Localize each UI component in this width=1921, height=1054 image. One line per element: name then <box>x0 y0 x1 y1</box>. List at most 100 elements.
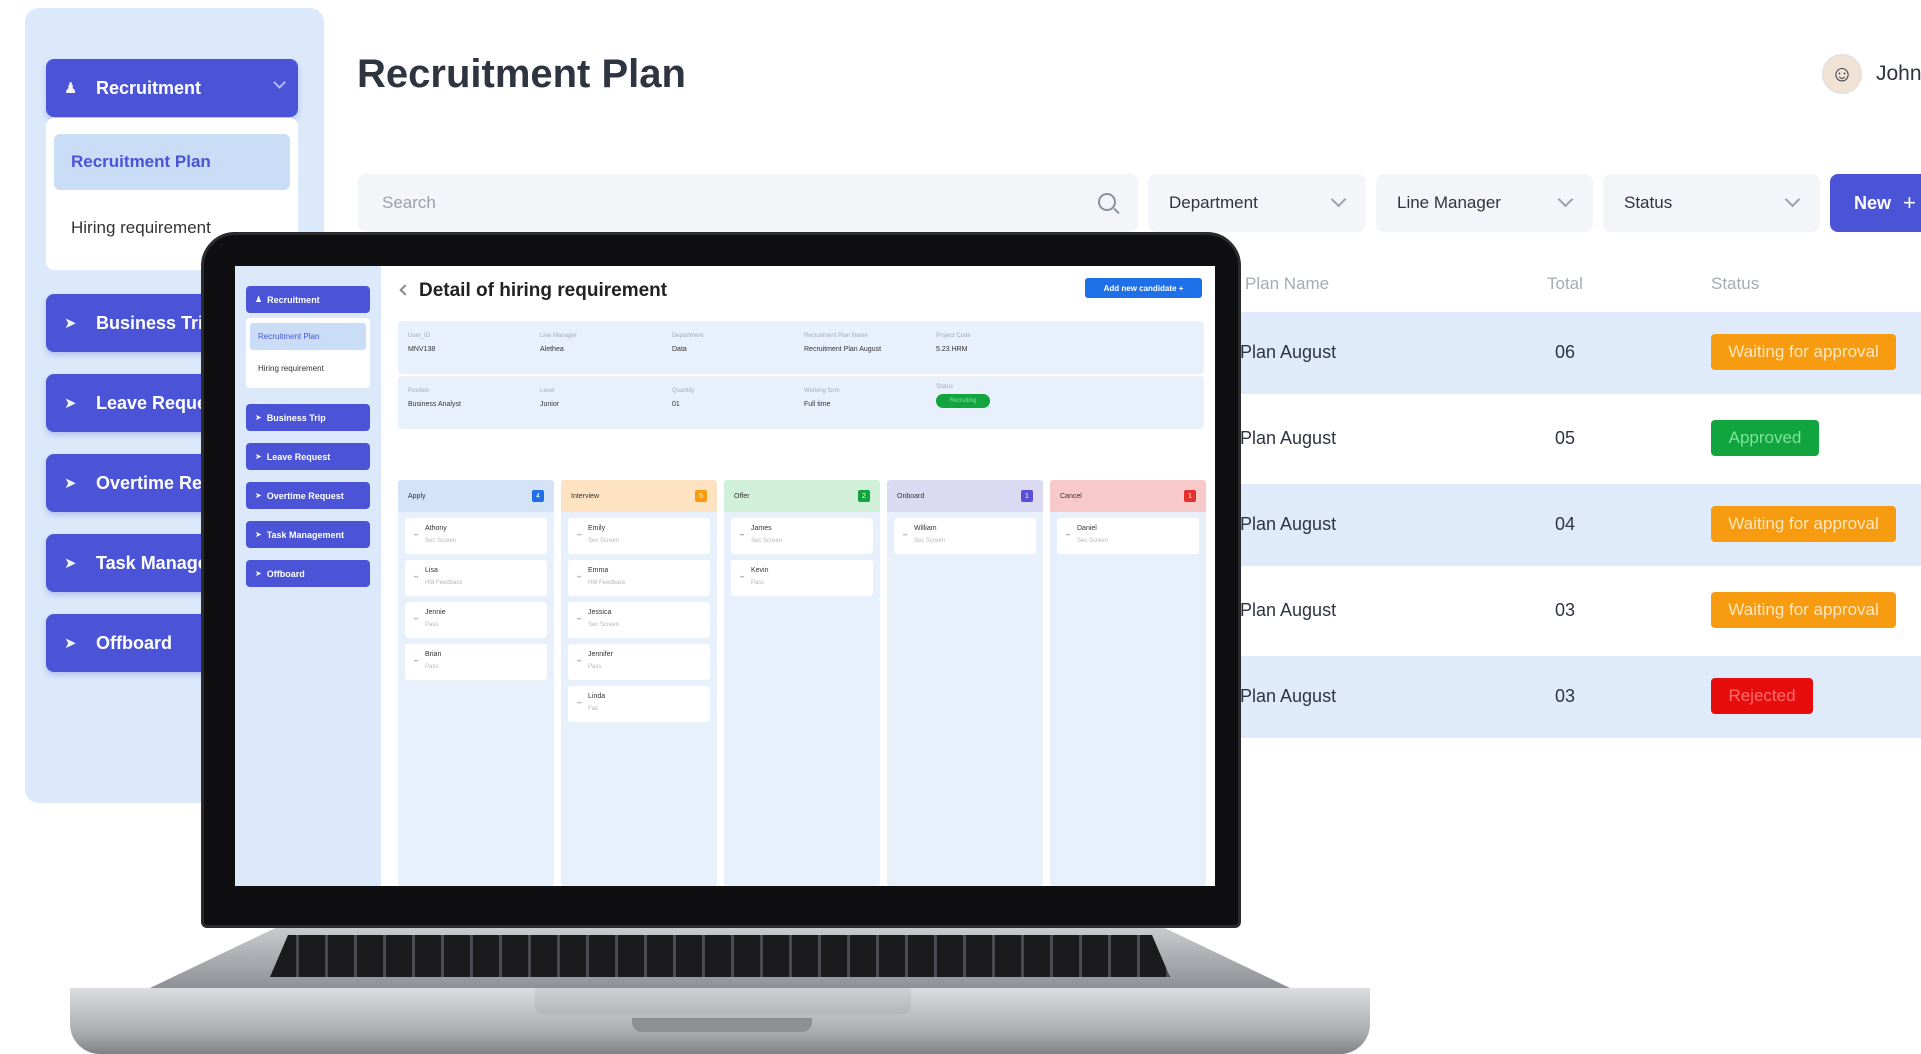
department-filter[interactable]: Department <box>1148 174 1366 232</box>
chevron-down-icon <box>1784 191 1801 208</box>
candidate-card[interactable]: •• Kevin Pass <box>731 560 873 596</box>
detail-sidebar: ♟ Recruitment Recruitment Plan Hiring re… <box>235 266 381 886</box>
info-label: Project Code <box>936 333 971 339</box>
candidate-card[interactable]: •• Emily Sec Screen <box>568 518 710 554</box>
candidate-card[interactable]: •• Emma HM Feedback <box>568 560 710 596</box>
sidebar-subitem-recruitment-plan[interactable]: Recruitment Plan <box>54 134 290 190</box>
status-filter[interactable]: Status <box>1603 174 1820 232</box>
drag-handle-icon[interactable]: •• <box>740 533 744 539</box>
search-input[interactable]: Search <box>358 174 1138 232</box>
table-row[interactable]: Plan August 06 Waiting for approval <box>1200 312 1921 394</box>
drag-handle-icon[interactable]: •• <box>414 617 418 623</box>
drag-handle-icon[interactable]: •• <box>740 575 744 581</box>
detail-sidebar-item-offboard[interactable]: ➤ Offboard <box>246 560 370 587</box>
kanban-column-title: Cancel <box>1060 492 1082 500</box>
candidate-card[interactable]: •• Brian Pass <box>405 644 547 680</box>
drag-handle-icon[interactable]: •• <box>577 533 581 539</box>
info-value: MNV138 <box>408 346 436 353</box>
kanban-column-title: Offer <box>734 492 750 500</box>
drag-handle-icon[interactable]: •• <box>414 575 418 581</box>
info-card-general: User_ID MNV138 Line Manager Alethea Depart… <box>398 321 1204 374</box>
column-header-status[interactable]: Status <box>1711 274 1759 294</box>
drag-handle-icon[interactable]: •• <box>577 659 581 665</box>
kanban-column-header: Offer 2 <box>724 480 880 512</box>
detail-sidebar-submenu: Recruitment Plan Hiring requirement <box>246 318 370 388</box>
table-row[interactable]: Plan August 03 Waiting for approval <box>1200 570 1921 652</box>
candidate-card[interactable]: •• William Sec Screen <box>894 518 1036 554</box>
candidate-name: Jennifer <box>588 651 613 658</box>
detail-sidebar-item-business-trip[interactable]: ➤ Business Trip <box>246 404 370 431</box>
line-manager-filter[interactable]: Line Manager <box>1376 174 1593 232</box>
sidebar-subitem-hiring-requirement[interactable]: Hiring requirement <box>71 218 211 238</box>
info-value: 5.23.HRM <box>936 346 968 353</box>
plan-name-cell: Plan August <box>1240 600 1337 620</box>
kanban-column-title: Onboard <box>897 492 925 500</box>
arrow-icon: ➤ <box>64 395 77 412</box>
sidebar-item-label: Task Management <box>266 529 345 540</box>
candidate-stage: Sec Screen <box>1077 538 1109 544</box>
sidebar-item-recruitment[interactable]: ♟ Recruitment <box>46 59 298 117</box>
new-button[interactable]: New + <box>1830 174 1921 232</box>
arrow-icon: ➤ <box>64 635 77 652</box>
detail-sidebar-item-task-management[interactable]: ➤ Task Management <box>246 521 370 548</box>
total-cell: 03 <box>1555 600 1576 620</box>
search-icon[interactable] <box>1098 193 1116 211</box>
column-header-plan-name[interactable]: Plan Name <box>1245 274 1329 294</box>
arrow-icon: ➤ <box>255 530 262 539</box>
candidate-stage: HM Feedback <box>588 580 626 586</box>
total-cell: 03 <box>1555 686 1576 706</box>
candidate-card[interactable]: •• Jennifer Pass <box>568 644 710 680</box>
add-candidate-button[interactable]: Add new candidate + <box>1085 278 1202 298</box>
arrow-icon: ➤ <box>255 452 262 461</box>
table-row[interactable]: Plan August 03 Rejected <box>1200 656 1921 738</box>
candidate-name: Linda <box>588 693 606 700</box>
candidate-card[interactable]: •• Lisa HM Feedback <box>405 560 547 596</box>
drag-handle-icon[interactable]: •• <box>414 533 418 539</box>
table-row[interactable]: Plan August 04 Waiting for approval <box>1200 484 1921 566</box>
add-candidate-label: Add new candidate <box>1103 283 1177 293</box>
candidate-card[interactable]: •• Jessica Sec Screen <box>568 602 710 638</box>
laptop-trackpad <box>535 988 911 1014</box>
drag-handle-icon[interactable]: •• <box>903 533 907 539</box>
table-row[interactable]: Plan August 05 Approved <box>1200 398 1921 480</box>
column-header-total[interactable]: Total <box>1547 274 1583 294</box>
kanban-column-header: Interview 5 <box>561 480 717 512</box>
candidate-card[interactable]: •• James Sec Screen <box>731 518 873 554</box>
detail-sidebar-item-leave-request[interactable]: ➤ Leave Request <box>246 443 370 470</box>
filter-label: Status <box>1624 193 1673 212</box>
detail-sidebar-item-overtime-request[interactable]: ➤ Overtime Request <box>246 482 370 509</box>
info-field: Line Manager Alethea <box>540 333 680 353</box>
kanban-column-header: Apply 4 <box>398 480 554 512</box>
info-field: Project Code 5.23.HRM <box>936 333 1076 353</box>
info-value: Full time <box>804 401 831 408</box>
drag-handle-icon[interactable]: •• <box>577 575 581 581</box>
sidebar-item-label: Overtime Request <box>266 490 344 501</box>
arrow-icon: ➤ <box>255 569 262 578</box>
back-icon[interactable] <box>399 284 411 296</box>
drag-handle-icon[interactable]: •• <box>414 659 418 665</box>
detail-sidebar-item-recruitment[interactable]: ♟ Recruitment <box>246 286 370 313</box>
search-placeholder: Search <box>382 193 436 212</box>
candidate-stage: Pass <box>425 622 439 628</box>
candidate-card[interactable]: •• Athony Sec Screen <box>405 518 547 554</box>
info-label: Working form <box>804 388 840 394</box>
laptop-screen: ♟ Recruitment Recruitment Plan Hiring re… <box>235 266 1215 886</box>
candidate-card[interactable]: •• Daniel Sec Screen <box>1057 518 1199 554</box>
arrow-icon: ➤ <box>64 315 77 332</box>
drag-handle-icon[interactable]: •• <box>577 701 581 707</box>
info-value: Alethea <box>540 346 564 353</box>
sidebar-item-label: Leave Request <box>266 451 331 462</box>
candidate-card[interactable]: •• Jennie Pass <box>405 602 547 638</box>
detail-subitem-recruitment-plan[interactable]: Recruitment Plan <box>250 323 366 350</box>
info-card-position: Position Business Analyst Level Junior Qua… <box>398 376 1204 429</box>
user-menu[interactable]: ☺ John <box>1822 54 1921 94</box>
candidate-name: William <box>914 525 937 532</box>
candidate-name: Kevin <box>751 567 769 574</box>
chevron-down-icon <box>1557 191 1574 208</box>
candidate-card[interactable]: •• Linda Fail <box>568 686 710 722</box>
kanban-column-cancel: Cancel 1 •• Daniel Sec Screen <box>1050 480 1206 886</box>
kanban-count-badge: 1 <box>1021 490 1033 502</box>
drag-handle-icon[interactable]: •• <box>577 617 581 623</box>
drag-handle-icon[interactable]: •• <box>1066 533 1070 539</box>
detail-subitem-hiring-requirement[interactable]: Hiring requirement <box>258 364 324 373</box>
